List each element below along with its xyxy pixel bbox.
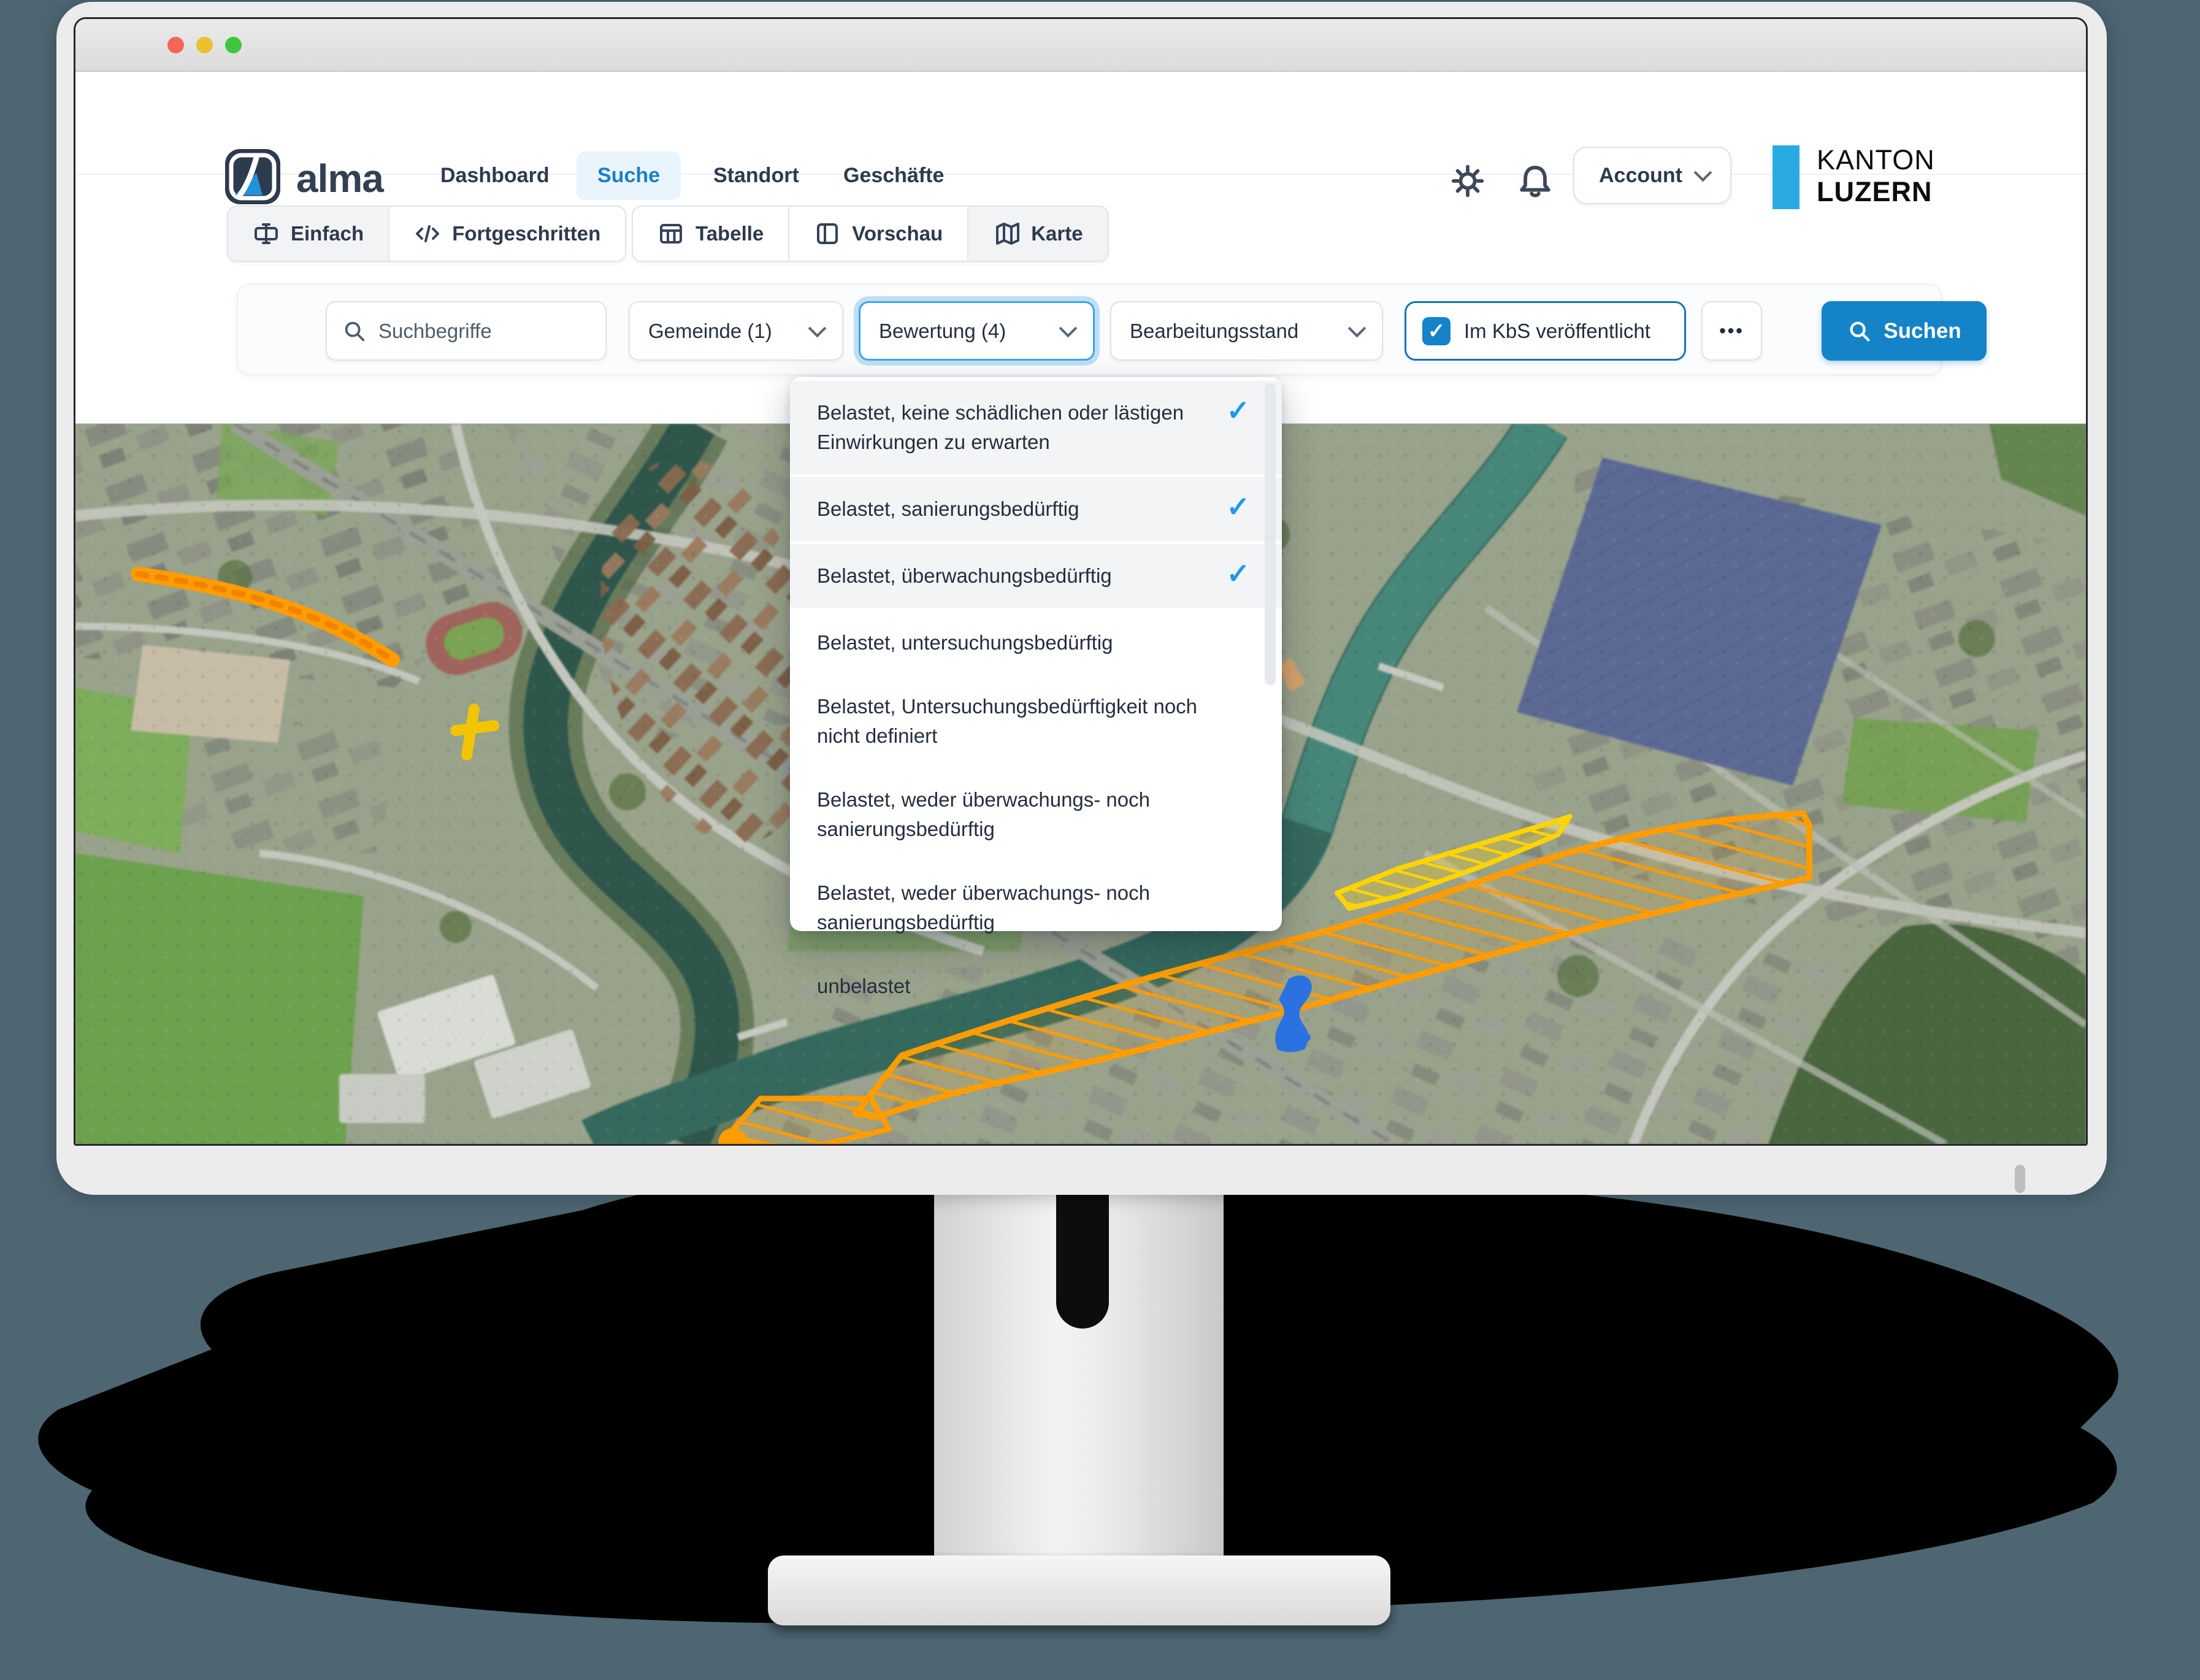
contamination-mark-yellow — [456, 709, 494, 755]
tab-tabelle[interactable]: Tabelle — [633, 207, 789, 261]
map-icon — [993, 220, 1020, 247]
more-filters-button[interactable]: ••• — [1701, 301, 1762, 361]
gemeinde-dropdown[interactable]: Gemeinde (1) — [629, 301, 843, 361]
nav-standort[interactable]: Standort — [713, 164, 799, 188]
app-window: alma Dashboard Suche Standort Geschäfte … — [74, 17, 2088, 1146]
contamination-line-orange — [138, 574, 393, 660]
option-text: Belastet, sanierungsbedürftig — [817, 497, 1079, 520]
kanton-luzern-logo: KANTON LUZERN — [1773, 144, 2018, 212]
nav-dashboard[interactable]: Dashboard — [440, 164, 550, 188]
option-text: Belastet, Untersuchungsbedürftigkeit noc… — [817, 695, 1197, 747]
bewertung-dropdown: Belastet, keine schädlichen oder lästige… — [790, 377, 1282, 931]
table-icon — [657, 220, 684, 247]
tab-einfach-label: Einfach — [291, 222, 364, 245]
bearbeitungsstand-dropdown[interactable]: Bearbeitungsstand — [1110, 301, 1383, 361]
monitor-stand-cable-slot — [1056, 1195, 1109, 1329]
option-text: Belastet, untersuchungsbedürftig — [817, 631, 1113, 654]
option-text: Belastet, weder überwachungs- noch sanie… — [817, 788, 1150, 840]
dropdown-option[interactable]: Belastet, überwachungsbedürftig ✓ — [790, 544, 1282, 608]
dropdown-scrollbar[interactable] — [1265, 383, 1276, 685]
tab-karte[interactable]: Karte — [968, 207, 1107, 261]
chevron-down-icon — [1348, 320, 1366, 338]
view-toggle: Tabelle Vorschau Karte — [632, 205, 1109, 262]
tab-karte-label: Karte — [1031, 222, 1083, 245]
desktop-background: { "colors": { "accent": "#1583c7", "acce… — [0, 0, 2200, 1680]
account-label: Account — [1599, 164, 1682, 188]
search-submit-label: Suchen — [1884, 319, 1961, 343]
dropdown-option[interactable]: Belastet, keine schädlichen oder lästige… — [790, 381, 1282, 474]
monitor-power-button[interactable] — [2015, 1165, 2025, 1193]
bewertung-dropdown-trigger[interactable]: Bewertung (4) — [859, 301, 1095, 361]
window-titlebar — [75, 19, 2086, 72]
tab-fortgeschritten[interactable]: Fortgeschritten — [389, 207, 625, 261]
app-title: alma — [296, 156, 383, 201]
split-panel-icon — [814, 220, 841, 247]
checkbox-checked-icon[interactable]: ✓ — [1422, 317, 1451, 345]
monitor-stand-base — [768, 1555, 1390, 1625]
kanton-line2: LUZERN — [1817, 176, 1932, 208]
search-field — [326, 301, 607, 361]
tab-fortgeschritten-label: Fortgeschritten — [452, 222, 600, 245]
dropdown-option[interactable]: Belastet, weder überwachungs- noch sanie… — [790, 861, 1282, 954]
option-text: Belastet, weder überwachungs- noch sanie… — [817, 881, 1150, 934]
search-icon — [342, 318, 367, 344]
dropdown-option[interactable]: Belastet, weder überwachungs- noch sanie… — [790, 768, 1282, 861]
dropdown-option[interactable]: Belastet, sanierungsbedürftig ✓ — [790, 477, 1282, 541]
input-icon — [253, 220, 280, 247]
zoom-button[interactable] — [225, 37, 242, 53]
kbs-published-checkbox[interactable]: ✓ Im KbS veröffentlicht — [1405, 301, 1686, 361]
alma-logo-icon — [224, 148, 281, 205]
filter-panel: Gemeinde (1) Bewertung (4) Bearbeitungss… — [237, 283, 1942, 375]
tab-einfach[interactable]: Einfach — [228, 207, 389, 261]
search-submit-button[interactable]: Suchen — [1822, 301, 1987, 361]
option-text: Belastet, überwachungsbedürftig — [817, 564, 1112, 587]
contamination-flare-orange — [727, 1099, 889, 1145]
query-mode-toggle: Einfach Fortgeschritten — [227, 205, 626, 262]
option-text: unbelastet — [817, 975, 910, 997]
bewertung-label: Bewertung (4) — [879, 320, 1006, 343]
bell-icon[interactable] — [1516, 161, 1555, 201]
dropdown-option[interactable]: Belastet, Untersuchungsbedürftigkeit noc… — [790, 675, 1282, 768]
minimize-button[interactable] — [196, 37, 213, 53]
option-text: Belastet, keine schädlichen oder lästige… — [817, 401, 1184, 453]
search-input[interactable] — [377, 319, 582, 343]
nav-geschaefte[interactable]: Geschäfte — [843, 164, 944, 188]
gemeinde-label: Gemeinde (1) — [648, 320, 772, 343]
chevron-down-icon — [1059, 320, 1078, 338]
tab-tabelle-label: Tabelle — [696, 222, 764, 245]
account-button[interactable]: Account — [1573, 147, 1731, 204]
chevron-down-icon — [1694, 164, 1712, 182]
bearbeitungsstand-label: Bearbeitungsstand — [1130, 320, 1298, 343]
gear-icon[interactable] — [1448, 161, 1487, 201]
check-icon: ✓ — [1226, 492, 1250, 521]
kanton-blue-mark — [1773, 145, 1799, 209]
search-icon — [1847, 318, 1872, 344]
chevron-down-icon — [808, 320, 827, 338]
check-icon: ✓ — [1226, 396, 1250, 425]
dropdown-option[interactable]: unbelastet — [790, 954, 1282, 1018]
kanton-line1: KANTON — [1817, 144, 1935, 176]
close-button[interactable] — [167, 37, 184, 53]
tab-vorschau[interactable]: Vorschau — [789, 207, 968, 261]
code-icon — [414, 220, 441, 247]
nav-suche[interactable]: Suche — [577, 152, 681, 200]
app-header: alma Dashboard Suche Standort Geschäfte … — [75, 72, 2086, 175]
check-icon: ✓ — [1226, 559, 1250, 588]
tab-vorschau-label: Vorschau — [852, 222, 943, 245]
dropdown-option[interactable]: Belastet, untersuchungsbedürftig — [790, 611, 1282, 675]
kbs-label: Im KbS veröffentlicht — [1464, 320, 1650, 343]
